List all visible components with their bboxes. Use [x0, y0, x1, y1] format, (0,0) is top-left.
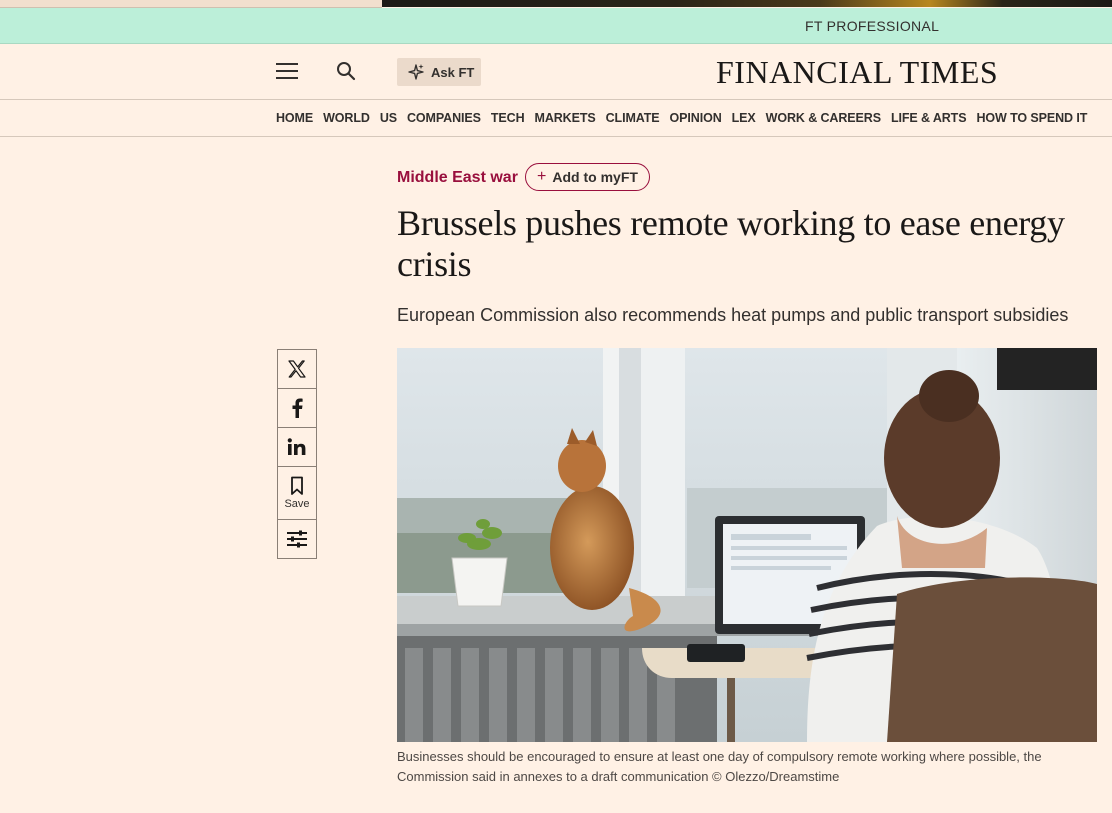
settings-button[interactable] — [277, 519, 317, 559]
facebook-icon — [292, 398, 303, 418]
hero-illustration — [397, 348, 1097, 742]
linkedin-icon — [287, 438, 306, 455]
ad-banner-image[interactable] — [382, 0, 1112, 7]
share-facebook-button[interactable] — [277, 388, 317, 427]
article-headline: Brussels pushes remote working to ease e… — [397, 203, 1065, 284]
share-linkedin-button[interactable] — [277, 427, 317, 466]
ask-ft-button[interactable]: Ask FT — [397, 58, 481, 86]
save-article-button[interactable]: Save — [277, 466, 317, 519]
menu-icon[interactable] — [276, 63, 298, 81]
ad-left-area — [0, 0, 382, 8]
nav-item-tech[interactable]: TECH — [491, 111, 525, 125]
image-caption: Businesses should be encouraged to ensur… — [397, 749, 1042, 784]
article-hero-image[interactable] — [397, 348, 1097, 742]
site-header: Ask FT FINANCIAL TIMES — [0, 44, 1112, 100]
share-toolbar: Save — [277, 349, 317, 559]
nav-item-work-careers[interactable]: WORK & CAREERS — [766, 111, 881, 125]
nav-item-world[interactable]: WORLD — [323, 111, 370, 125]
share-x-button[interactable] — [277, 349, 317, 388]
save-label: Save — [284, 498, 310, 510]
nav-item-markets[interactable]: MARKETS — [535, 111, 596, 125]
ft-logo[interactable]: FINANCIAL TIMES — [716, 54, 998, 91]
ft-professional-link[interactable]: FT PROFESSIONAL — [805, 18, 939, 34]
topic-link[interactable]: Middle East war — [397, 169, 518, 187]
sparkle-icon — [408, 64, 424, 80]
top-ad-strip — [0, 0, 1112, 8]
main-nav: HOME WORLD US COMPANIES TECH MARKETS CLI… — [0, 100, 1112, 137]
nav-item-how-to-spend-it[interactable]: HOW TO SPEND IT — [976, 111, 1087, 125]
ft-professional-bar[interactable]: FT PROFESSIONAL — [0, 8, 1112, 44]
sliders-icon — [287, 530, 307, 548]
nav-item-companies[interactable]: COMPANIES — [407, 111, 481, 125]
article-standfirst: European Commission also recommends heat… — [397, 305, 1069, 325]
add-to-myft-button[interactable]: + Add to myFT — [525, 163, 650, 191]
search-icon[interactable] — [336, 61, 356, 81]
nav-item-opinion[interactable]: OPINION — [670, 111, 722, 125]
nav-item-home[interactable]: HOME — [276, 111, 313, 125]
bookmark-icon — [291, 476, 303, 495]
nav-item-climate[interactable]: CLIMATE — [606, 111, 660, 125]
nav-item-life-arts[interactable]: LIFE & ARTS — [891, 111, 967, 125]
add-to-myft-label: Add to myFT — [552, 169, 638, 185]
nav-item-lex[interactable]: LEX — [732, 111, 756, 125]
plus-icon: + — [537, 168, 547, 185]
nav-item-us[interactable]: US — [380, 111, 397, 125]
ask-ft-label: Ask FT — [431, 64, 475, 80]
nav-list: HOME WORLD US COMPANIES TECH MARKETS CLI… — [276, 111, 1097, 125]
x-icon — [288, 360, 306, 378]
